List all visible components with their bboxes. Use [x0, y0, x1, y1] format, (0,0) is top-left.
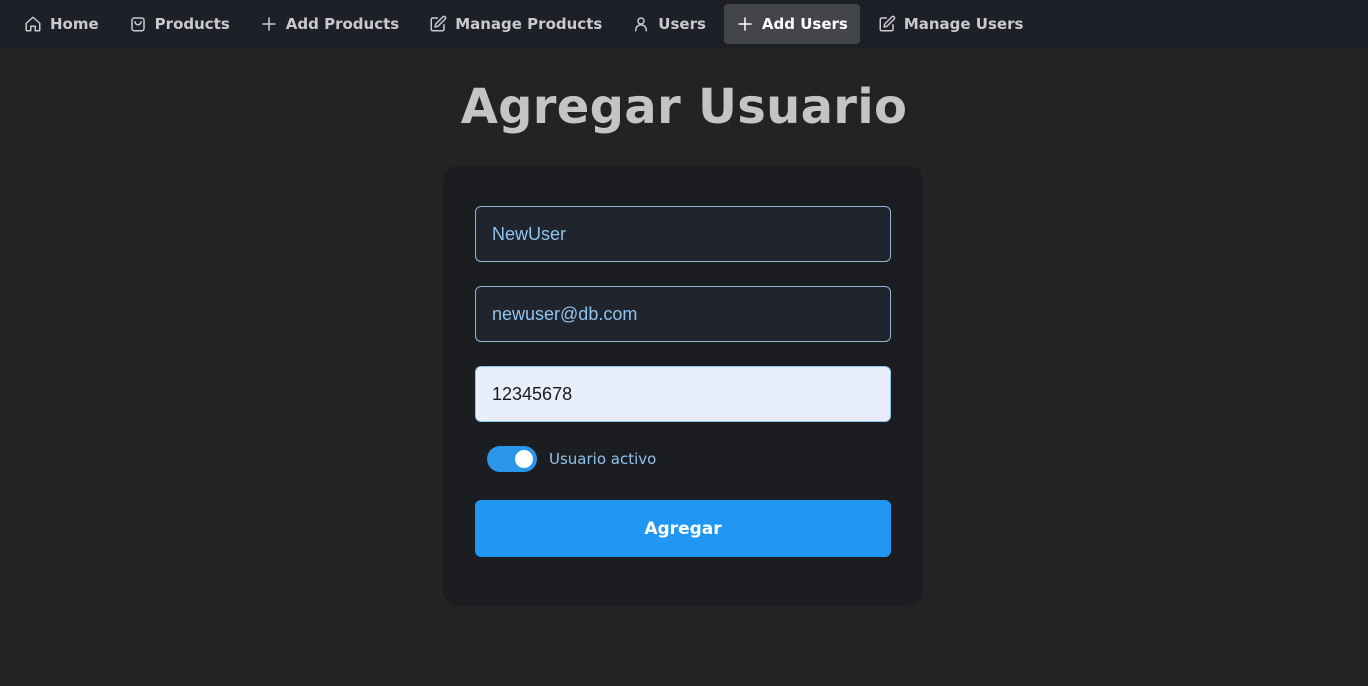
toggle-knob [515, 450, 533, 468]
page-title: Agregar Usuario [460, 79, 908, 135]
edit-icon [878, 15, 896, 33]
top-navbar: Home Products Add Products Manage Produc… [0, 0, 1368, 48]
nav-item-products[interactable]: Products [117, 4, 242, 44]
nav-item-label: Home [50, 15, 99, 33]
plus-icon [260, 15, 278, 33]
nav-item-label: Manage Users [903, 15, 1024, 33]
shopping-bag-icon [129, 15, 147, 33]
nav-item-manage-users[interactable]: Manage Users [866, 4, 1036, 44]
nav-item-add-users[interactable]: Add Users [723, 4, 860, 44]
nav-item-add-products[interactable]: Add Products [248, 4, 411, 44]
active-toggle-label: Usuario activo [549, 450, 657, 468]
active-toggle[interactable] [487, 446, 537, 472]
home-icon [24, 15, 42, 33]
nav-item-label: Add Users [761, 15, 848, 33]
add-user-form: Usuario activo Agregar [443, 166, 923, 605]
active-toggle-row: Usuario activo [475, 446, 891, 472]
plus-icon [736, 15, 754, 33]
username-input[interactable] [475, 206, 891, 262]
nav-item-manage-products[interactable]: Manage Products [417, 4, 614, 44]
nav-item-label: Users [658, 15, 706, 33]
nav-item-label: Manage Products [455, 15, 603, 33]
edit-icon [429, 15, 447, 33]
user-icon [632, 15, 650, 33]
submit-button[interactable]: Agregar [475, 500, 891, 557]
nav-item-label: Products [154, 15, 230, 33]
email-input[interactable] [475, 286, 891, 342]
password-input[interactable] [475, 366, 891, 422]
nav-item-users[interactable]: Users [620, 4, 718, 44]
nav-item-label: Add Products [285, 15, 400, 33]
nav-item-home[interactable]: Home [12, 4, 111, 44]
